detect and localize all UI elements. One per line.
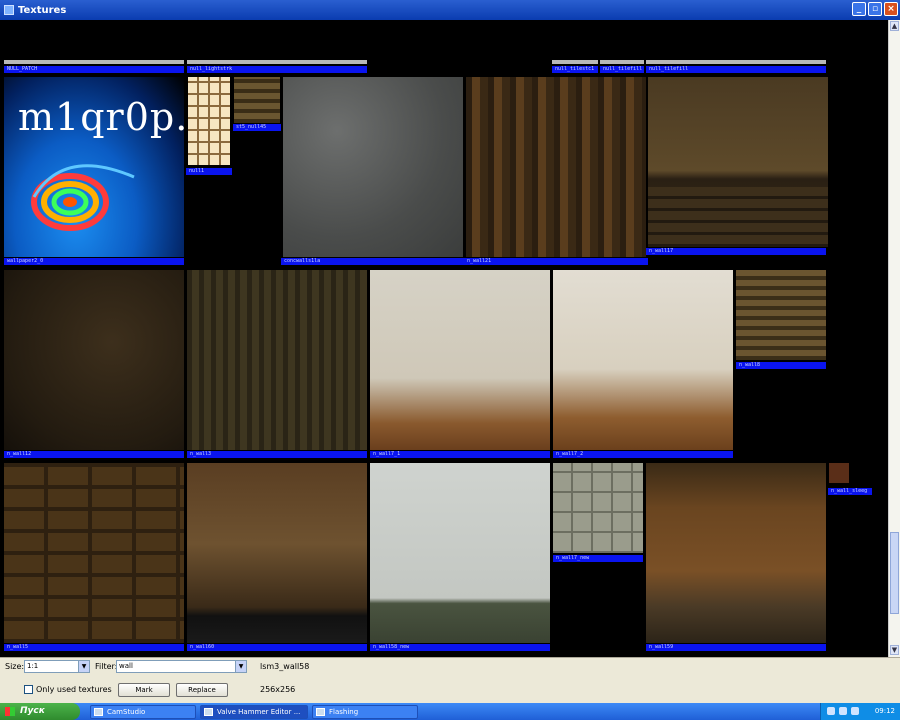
texture-thumb[interactable] xyxy=(283,77,463,257)
texture-strip[interactable] xyxy=(646,60,826,64)
size-select[interactable]: 1:1 ▼ xyxy=(24,660,90,673)
texture-label[interactable]: n_wall3 xyxy=(187,451,367,458)
scroll-up-icon[interactable]: ▲ xyxy=(890,21,899,31)
task-label: Flashing xyxy=(329,708,359,716)
tray-icon[interactable] xyxy=(851,707,859,715)
texture-label[interactable]: n_wall7_new xyxy=(553,555,643,562)
window-controls: _ ▫ × xyxy=(852,2,898,16)
texture-label[interactable]: n_wall5 xyxy=(4,644,184,651)
taskbar: Пуск CamStudio Valve Hammer Editor ... F… xyxy=(0,703,900,720)
taskbar-item-hammer[interactable]: Valve Hammer Editor ... xyxy=(200,705,308,719)
texture-label[interactable]: NULL_PATCH xyxy=(4,66,184,73)
selected-texture-size: 256x256 xyxy=(260,685,296,694)
scroll-down-icon[interactable]: ▼ xyxy=(890,645,899,655)
texture-strip[interactable] xyxy=(552,60,598,64)
taskbar-item-flashing[interactable]: Flashing xyxy=(312,705,418,719)
texture-label[interactable]: n_wall58_new xyxy=(370,644,550,651)
texture-label[interactable]: null_tilefill xyxy=(600,66,644,73)
texture-label[interactable]: n_wall7_1 xyxy=(370,451,550,458)
swirl-graphic xyxy=(31,164,135,231)
texture-label[interactable]: n_wall8 xyxy=(736,362,826,369)
texture-strip[interactable] xyxy=(187,60,367,64)
texture-thumb[interactable] xyxy=(648,77,828,247)
texture-thumb[interactable] xyxy=(4,270,184,450)
texture-controls-panel: Size: 1:1 ▼ Filter: wall ▼ lsm3_wall58 O… xyxy=(0,657,900,703)
chevron-down-icon[interactable]: ▼ xyxy=(78,661,89,672)
texture-thumb[interactable] xyxy=(188,77,230,165)
texture-label[interactable]: n_wall12 xyxy=(4,451,184,458)
task-label: Valve Hammer Editor ... xyxy=(217,708,301,716)
texture-label[interactable]: n_wall21 xyxy=(464,258,648,265)
size-value: 1:1 xyxy=(27,662,39,670)
texture-label[interactable]: null_lightstrk xyxy=(187,66,367,73)
texture-label[interactable]: n_wall7_2 xyxy=(553,451,733,458)
texture-thumb[interactable] xyxy=(466,77,646,257)
only-used-checkbox[interactable] xyxy=(24,685,33,694)
title-bar: Textures _ ▫ × xyxy=(0,0,900,20)
maximize-button[interactable]: ▫ xyxy=(868,2,882,16)
texture-label[interactable]: st5_null45 xyxy=(233,124,281,131)
close-button[interactable]: × xyxy=(884,2,898,16)
app-icon xyxy=(4,5,14,15)
texture-label[interactable]: n_wall_sleeg xyxy=(828,488,872,495)
minimize-button[interactable]: _ xyxy=(852,2,866,16)
system-tray: 09:12 xyxy=(820,703,900,720)
texture-thumb[interactable] xyxy=(736,270,826,360)
texture-thumb[interactable] xyxy=(553,270,733,450)
texture-grid: NULL_PATCH null_lightstrk null_tilestc1 … xyxy=(0,20,888,657)
clock: 09:12 xyxy=(874,707,895,715)
texture-thumb-logo[interactable]: m1qr0p. xyxy=(4,77,184,257)
taskbar-item-camstudio[interactable]: CamStudio xyxy=(90,705,196,719)
flashing-icon xyxy=(316,708,325,716)
chevron-down-icon[interactable]: ▼ xyxy=(235,661,246,672)
only-used-label: Only used textures xyxy=(36,685,112,694)
texture-thumb[interactable] xyxy=(646,463,826,643)
hammer-icon xyxy=(204,708,213,716)
texture-thumb[interactable] xyxy=(829,463,849,483)
texture-label[interactable]: wallpaper2_0 xyxy=(4,258,184,265)
texture-thumb[interactable] xyxy=(234,77,280,123)
texture-thumb[interactable] xyxy=(187,270,367,450)
replace-button[interactable]: Replace xyxy=(176,683,228,697)
texture-strip[interactable] xyxy=(4,60,184,64)
texture-label[interactable]: n_wall17 xyxy=(646,248,826,255)
selected-texture-name: lsm3_wall58 xyxy=(260,662,310,671)
windows-logo-icon xyxy=(5,707,15,716)
mark-button[interactable]: Mark xyxy=(118,683,170,697)
filter-input[interactable]: wall ▼ xyxy=(116,660,247,673)
texture-browser-window: Textures _ ▫ × NULL_PATCH null_lightstrk… xyxy=(0,0,900,720)
start-label: Пуск xyxy=(20,706,45,716)
texture-thumb[interactable] xyxy=(553,463,643,553)
texture-thumb[interactable] xyxy=(370,270,550,450)
texture-label[interactable]: concwalls1la xyxy=(281,258,465,265)
start-button[interactable]: Пуск xyxy=(0,703,80,720)
texture-label[interactable]: null_tilestc1 xyxy=(552,66,598,73)
texture-label[interactable]: null1 xyxy=(186,168,232,175)
tray-icon[interactable] xyxy=(827,707,835,715)
size-label: Size: xyxy=(5,662,25,671)
texture-label[interactable]: null_tilefill xyxy=(646,66,826,73)
texture-label[interactable]: n_wall60 xyxy=(187,644,367,651)
vertical-scrollbar[interactable]: ▲ ▼ xyxy=(888,20,900,657)
texture-thumb[interactable] xyxy=(370,463,550,643)
window-title: Textures xyxy=(18,4,67,16)
texture-thumb[interactable] xyxy=(4,463,184,643)
texture-label[interactable]: n_wall59 xyxy=(646,644,826,651)
texture-thumb[interactable] xyxy=(187,463,367,643)
tray-icon[interactable] xyxy=(839,707,847,715)
texture-strip[interactable] xyxy=(600,60,644,64)
scroll-thumb[interactable] xyxy=(890,532,899,614)
filter-label: Filter: xyxy=(95,662,118,671)
filter-value: wall xyxy=(119,662,133,670)
task-label: CamStudio xyxy=(107,708,146,716)
camstudio-icon xyxy=(94,708,103,716)
